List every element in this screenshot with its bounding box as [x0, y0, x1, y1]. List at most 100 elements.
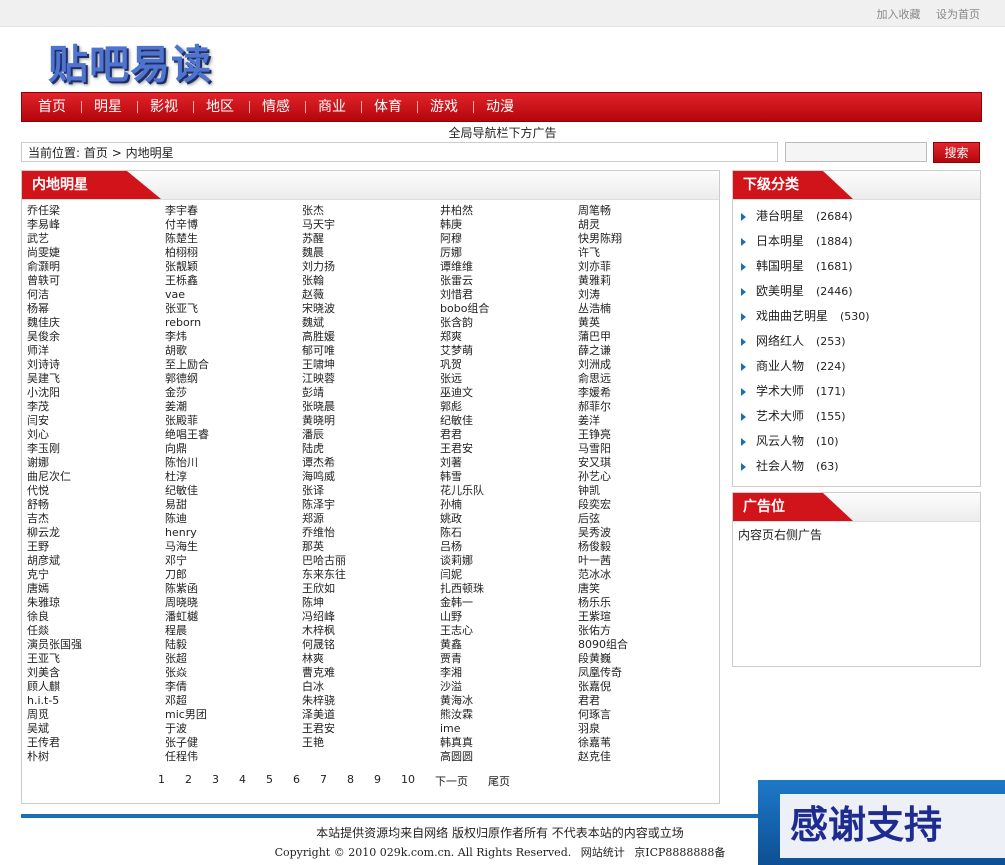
star-link[interactable]: 程晨 [165, 624, 295, 638]
star-link[interactable]: 孙艺心 [578, 470, 708, 484]
star-link[interactable]: 山野 [440, 610, 570, 624]
star-link[interactable]: 姜洋 [578, 414, 708, 428]
subcategory-name[interactable]: 商业人物 [756, 359, 804, 373]
star-link[interactable]: 杨乐乐 [578, 596, 708, 610]
star-link[interactable]: 君君 [440, 428, 570, 442]
star-link[interactable]: 冯绍峰 [302, 610, 432, 624]
star-link[interactable]: 陈紫函 [165, 582, 295, 596]
star-link[interactable]: 马雪阳 [578, 442, 708, 456]
star-link[interactable]: 郭德纲 [165, 372, 295, 386]
star-link[interactable]: 张亚飞 [165, 302, 295, 316]
nav-item[interactable]: 首页 [26, 93, 82, 121]
star-link[interactable]: bobo组合 [440, 302, 570, 316]
subcategory-item[interactable]: 日本明星 (1884) [741, 230, 870, 255]
star-link[interactable]: 钟凯 [578, 484, 708, 498]
star-link[interactable]: 丛浩楠 [578, 302, 708, 316]
subcategory-item[interactable]: 韩国明星 (1681) [741, 255, 870, 280]
star-link[interactable]: 吉杰 [27, 512, 157, 526]
star-link[interactable]: 潘虹樾 [165, 610, 295, 624]
star-link[interactable]: 徐良 [27, 610, 157, 624]
star-link[interactable]: 刘美含 [27, 666, 157, 680]
star-link[interactable]: 郭彪 [440, 400, 570, 414]
star-link[interactable]: 陈楚生 [165, 232, 295, 246]
star-link[interactable]: 张佑方 [578, 624, 708, 638]
star-link[interactable]: 宋晓波 [302, 302, 432, 316]
star-link[interactable]: 白冰 [302, 680, 432, 694]
nav-item[interactable]: 明星 [82, 93, 138, 121]
star-link[interactable]: reborn [165, 316, 295, 330]
star-link[interactable]: 代悦 [27, 484, 157, 498]
star-link[interactable]: 段黄巍 [578, 652, 708, 666]
star-link[interactable]: 柳云龙 [27, 526, 157, 540]
star-link[interactable]: 陈石 [440, 526, 570, 540]
star-link[interactable]: 于波 [165, 722, 295, 736]
star-link[interactable]: 吴秀波 [578, 526, 708, 540]
page-link[interactable]: 8 [347, 773, 354, 789]
nav-item[interactable]: 商业 [306, 93, 362, 121]
star-link[interactable]: 海鸣威 [302, 470, 432, 484]
subcategory-item[interactable]: 欧美明星 (2446) [741, 280, 870, 305]
star-link[interactable]: henry [165, 526, 295, 540]
star-link[interactable]: 杨俊毅 [578, 540, 708, 554]
subcategory-item[interactable]: 风云人物 (10) [741, 430, 870, 455]
subcategory-name[interactable]: 韩国明星 [756, 259, 804, 273]
star-link[interactable]: 金韩一 [440, 596, 570, 610]
star-link[interactable]: 王亚飞 [27, 652, 157, 666]
subcategory-name[interactable]: 艺术大师 [756, 409, 804, 423]
page-link[interactable]: 6 [293, 773, 300, 789]
star-link[interactable]: 至上励合 [165, 358, 295, 372]
star-link[interactable]: 郝菲尔 [578, 400, 708, 414]
subcategory-item[interactable]: 学术大师 (171) [741, 380, 870, 405]
star-link[interactable]: 张靓颖 [165, 260, 295, 274]
set-homepage-link[interactable]: 设为首页 [936, 8, 980, 21]
star-link[interactable]: 韩庚 [440, 218, 570, 232]
star-link[interactable]: 吴斌 [27, 722, 157, 736]
star-link[interactable]: 刘力扬 [302, 260, 432, 274]
page-link[interactable]: 尾页 [488, 773, 510, 789]
star-link[interactable]: 舒畅 [27, 498, 157, 512]
star-link[interactable]: 陆虎 [302, 442, 432, 456]
star-link[interactable]: 王传君 [27, 736, 157, 750]
star-link[interactable]: 谭杰希 [302, 456, 432, 470]
star-link[interactable]: 刘著 [440, 456, 570, 470]
star-link[interactable]: 柏栩栩 [165, 246, 295, 260]
star-link[interactable]: 熊汝霖 [440, 708, 570, 722]
star-link[interactable]: 任程伟 [165, 750, 295, 764]
page-link[interactable]: 2 [185, 773, 192, 789]
star-link[interactable]: 杜淳 [165, 470, 295, 484]
star-link[interactable]: 张超 [165, 652, 295, 666]
star-link[interactable]: 王志心 [440, 624, 570, 638]
star-link[interactable]: 朱梓骁 [302, 694, 432, 708]
star-link[interactable]: 井柏然 [440, 204, 570, 218]
star-link[interactable]: 张远 [440, 372, 570, 386]
star-link[interactable]: 任燚 [27, 624, 157, 638]
star-link[interactable]: 李炜 [165, 330, 295, 344]
star-link[interactable]: 乔维怡 [302, 526, 432, 540]
subcategory-name[interactable]: 学术大师 [756, 384, 804, 398]
star-link[interactable]: 艾梦萌 [440, 344, 570, 358]
star-link[interactable]: 周笔畅 [578, 204, 708, 218]
star-link[interactable]: 曾轶可 [27, 274, 157, 288]
star-link[interactable]: 李湘 [440, 666, 570, 680]
star-link[interactable]: 魏斌 [302, 316, 432, 330]
star-link[interactable]: 曹克难 [302, 666, 432, 680]
star-link[interactable]: 郁可唯 [302, 344, 432, 358]
star-link[interactable]: 薛之谦 [578, 344, 708, 358]
star-link[interactable]: 张嘉倪 [578, 680, 708, 694]
star-link[interactable]: 林爽 [302, 652, 432, 666]
subcategory-name[interactable]: 欧美明星 [756, 284, 804, 298]
star-link[interactable]: 王君安 [440, 442, 570, 456]
star-link[interactable]: 陈坤 [302, 596, 432, 610]
nav-item[interactable]: 情感 [250, 93, 306, 121]
star-link[interactable]: 木梓枫 [302, 624, 432, 638]
search-input[interactable] [785, 142, 927, 162]
star-link[interactable]: 魏佳庆 [27, 316, 157, 330]
star-link[interactable]: 李倩 [165, 680, 295, 694]
star-link[interactable]: ime [440, 722, 570, 736]
star-link[interactable]: 刘惜君 [440, 288, 570, 302]
star-link[interactable]: 黄晓明 [302, 414, 432, 428]
star-link[interactable]: 李茂 [27, 400, 157, 414]
star-link[interactable]: 安又琪 [578, 456, 708, 470]
star-link[interactable]: 纪敏佳 [165, 484, 295, 498]
subcategory-item[interactable]: 社会人物 (63) [741, 455, 870, 480]
